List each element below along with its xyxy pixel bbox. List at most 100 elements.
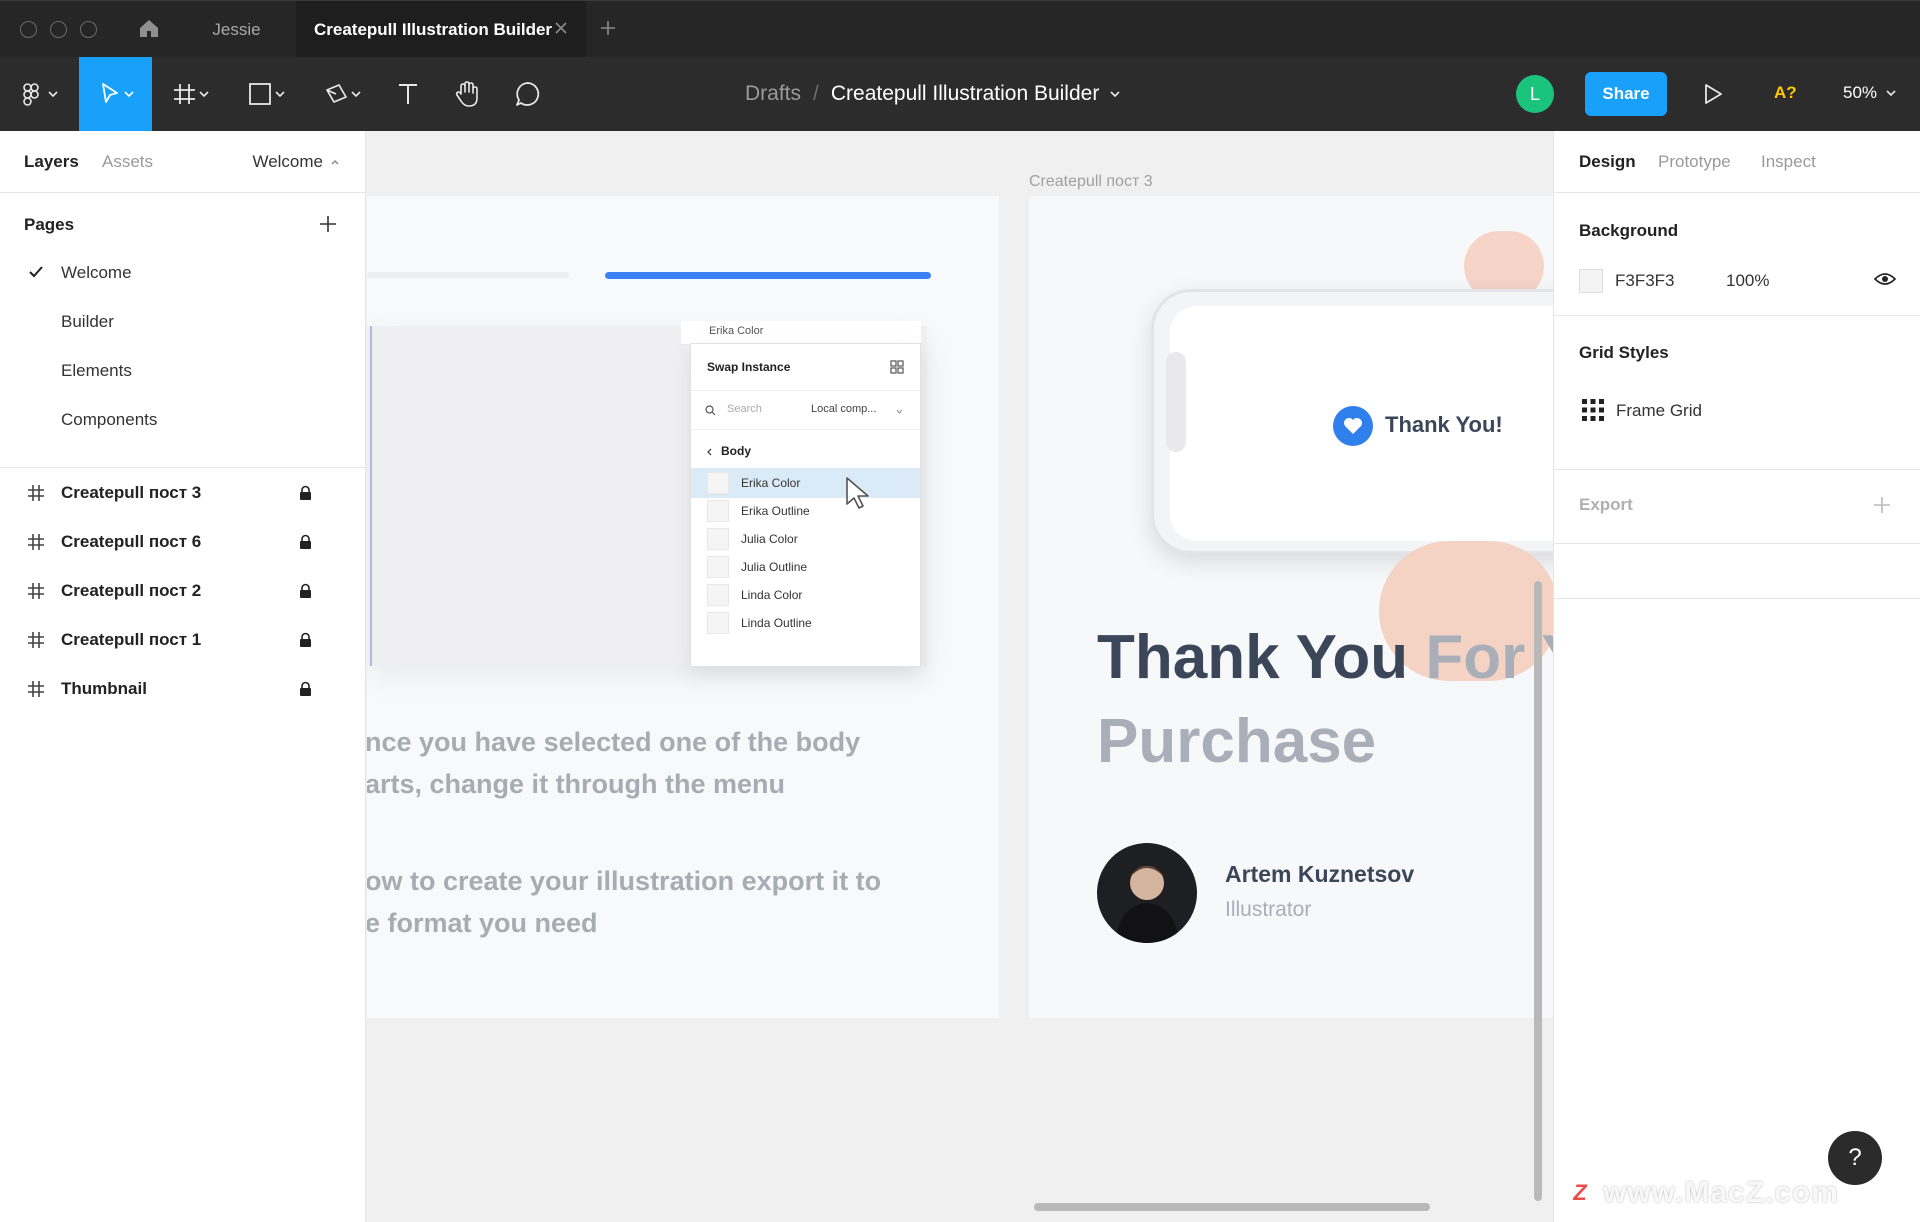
instruction-text-line: e format you need — [367, 908, 598, 938]
close-icon[interactable] — [554, 21, 568, 35]
swap-item-label: Erika Color — [741, 476, 801, 490]
eye-icon[interactable] — [1874, 271, 1896, 287]
background-hex-input[interactable]: F3F3F3 — [1615, 271, 1675, 291]
frame-hash-icon — [28, 631, 44, 648]
swap-item-label: Julia Outline — [741, 560, 808, 574]
toolbar: Drafts / Createpull Illustration Builder… — [0, 57, 1920, 131]
left-panel-tabs: Layers Assets Welcome — [0, 131, 366, 193]
lock-icon[interactable] — [299, 485, 312, 501]
tab-inspect[interactable]: Inspect — [1761, 152, 1816, 172]
export-heading: Export — [1579, 495, 1633, 514]
swap-group-label: Body — [721, 444, 751, 458]
right-panel-tabs: Design Prototype Inspect — [1554, 131, 1920, 193]
canvas-frame-createpull-post-3[interactable]: Thank You! Thank You For Y Purchase Arte… — [1029, 196, 1553, 1018]
shape-tool-button[interactable] — [236, 57, 300, 131]
plus-icon[interactable] — [598, 18, 618, 38]
chevron-down-icon — [896, 409, 903, 414]
layer-row[interactable]: Createpull пост 3 — [0, 468, 366, 517]
add-export-plus-icon[interactable] — [1872, 495, 1892, 515]
window-close-control[interactable] — [20, 21, 37, 38]
progress-bar — [605, 272, 931, 279]
layer-row[interactable]: Createpull пост 2 — [0, 566, 366, 615]
move-tool-button[interactable] — [79, 57, 152, 131]
cursor-arrow-icon — [101, 83, 134, 103]
lock-icon[interactable] — [299, 681, 312, 697]
chevron-down-icon — [1886, 90, 1896, 97]
layer-row[interactable]: Thumbnail — [0, 664, 366, 713]
tab-createpull-illustration-builder[interactable]: Createpull Illustration Builder — [296, 1, 586, 58]
lock-icon[interactable] — [299, 534, 312, 550]
swap-instance-title: Swap Instance — [707, 360, 791, 374]
lock-icon[interactable] — [299, 632, 312, 648]
comment-tool-button[interactable] — [506, 57, 550, 131]
lock-icon[interactable] — [299, 583, 312, 599]
avatar[interactable]: L — [1516, 75, 1554, 113]
share-button[interactable]: Share — [1585, 72, 1667, 116]
breadcrumb-drafts[interactable]: Drafts — [745, 82, 801, 106]
watermark-logo: Z — [1567, 1180, 1593, 1206]
design-canvas[interactable]: Erika Color Swap Instance Search Local c… — [367, 131, 1553, 1222]
window-zoom-control[interactable] — [80, 21, 97, 38]
pen-icon — [326, 84, 361, 103]
layer-row[interactable]: Createpull пост 6 — [0, 517, 366, 566]
page-item-builder[interactable]: Builder — [61, 312, 114, 332]
zoom-select[interactable]: 50% — [1843, 83, 1899, 103]
tab-prototype[interactable]: Prototype — [1658, 152, 1731, 172]
vertical-scrollbar[interactable] — [1534, 581, 1542, 1201]
layout-grid-icon — [1582, 399, 1604, 421]
page-item-welcome[interactable]: Welcome — [61, 263, 132, 283]
swap-item-label: Linda Color — [741, 588, 803, 602]
tab-label: Createpull Illustration Builder — [314, 19, 553, 39]
layer-row[interactable]: Createpull пост 1 — [0, 615, 366, 664]
main-menu-button[interactable] — [0, 57, 78, 131]
swap-list-item: Erika Color — [691, 468, 920, 498]
comment-bubble-icon — [516, 82, 540, 106]
home-icon[interactable] — [138, 17, 160, 39]
headline-dark: Thank You — [1097, 623, 1409, 692]
tab-assets[interactable]: Assets — [102, 152, 153, 172]
swap-item-thumbnail — [707, 556, 729, 578]
thank-you-label: Thank You! — [1385, 412, 1503, 437]
background-opacity-input[interactable]: 100% — [1726, 271, 1769, 291]
instruction-text-line: arts, change it through the menu — [367, 769, 786, 799]
chevron-up-icon — [331, 160, 339, 165]
swap-list-item: Julia Outline — [691, 552, 920, 582]
heart-icon — [1333, 406, 1373, 446]
grid-style-name[interactable]: Frame Grid — [1616, 401, 1702, 421]
tab-label: Jessie — [212, 19, 261, 39]
tab-layers[interactable]: Layers — [24, 152, 79, 172]
tab-design[interactable]: Design — [1579, 152, 1636, 172]
accessibility-check-button[interactable]: A? — [1774, 83, 1797, 103]
background-color-swatch[interactable] — [1579, 269, 1603, 293]
swap-library-select: Local comp... — [811, 403, 877, 415]
window-minimize-control[interactable] — [50, 21, 67, 38]
present-play-icon[interactable] — [1703, 83, 1723, 105]
background-section — [1554, 193, 1920, 316]
pen-tool-button[interactable] — [312, 57, 376, 131]
frame-hash-icon — [28, 533, 44, 550]
swap-item-thumbnail — [707, 472, 729, 494]
grid-styles-heading: Grid Styles — [1579, 343, 1669, 362]
page-item-elements[interactable]: Elements — [61, 361, 132, 381]
text-tool-button[interactable] — [386, 57, 430, 131]
add-page-plus-icon[interactable] — [318, 214, 338, 234]
frame-tool-button[interactable] — [160, 57, 224, 131]
file-name[interactable]: Createpull Illustration Builder — [831, 82, 1099, 106]
pages-heading: Pages — [24, 215, 75, 234]
instruction-text-line: nce you have selected one of the body — [367, 727, 861, 757]
canvas-frame-builder-instructions[interactable]: Erika Color Swap Instance Search Local c… — [367, 196, 999, 1018]
layer-name: Createpull пост 1 — [61, 629, 202, 649]
instance-dropdown-row: Erika Color — [681, 321, 921, 345]
chevron-down-icon[interactable] — [1107, 86, 1123, 102]
swap-item-thumbnail — [707, 612, 729, 634]
horizontal-scrollbar[interactable] — [1034, 1203, 1430, 1211]
page-item-components[interactable]: Components — [61, 410, 157, 430]
tab-jessie[interactable]: Jessie — [180, 1, 293, 58]
instance-dropdown-label: Erika Color — [709, 325, 764, 337]
hand-tool-button[interactable] — [445, 57, 489, 131]
swap-list-item: Linda Outline — [691, 608, 920, 638]
frame-label[interactable]: Createpull пост 3 — [1029, 173, 1153, 191]
watermark-text: www.MacZ.com — [1603, 1176, 1839, 1209]
text-icon — [399, 84, 417, 104]
page-selector[interactable]: Welcome — [252, 152, 341, 172]
